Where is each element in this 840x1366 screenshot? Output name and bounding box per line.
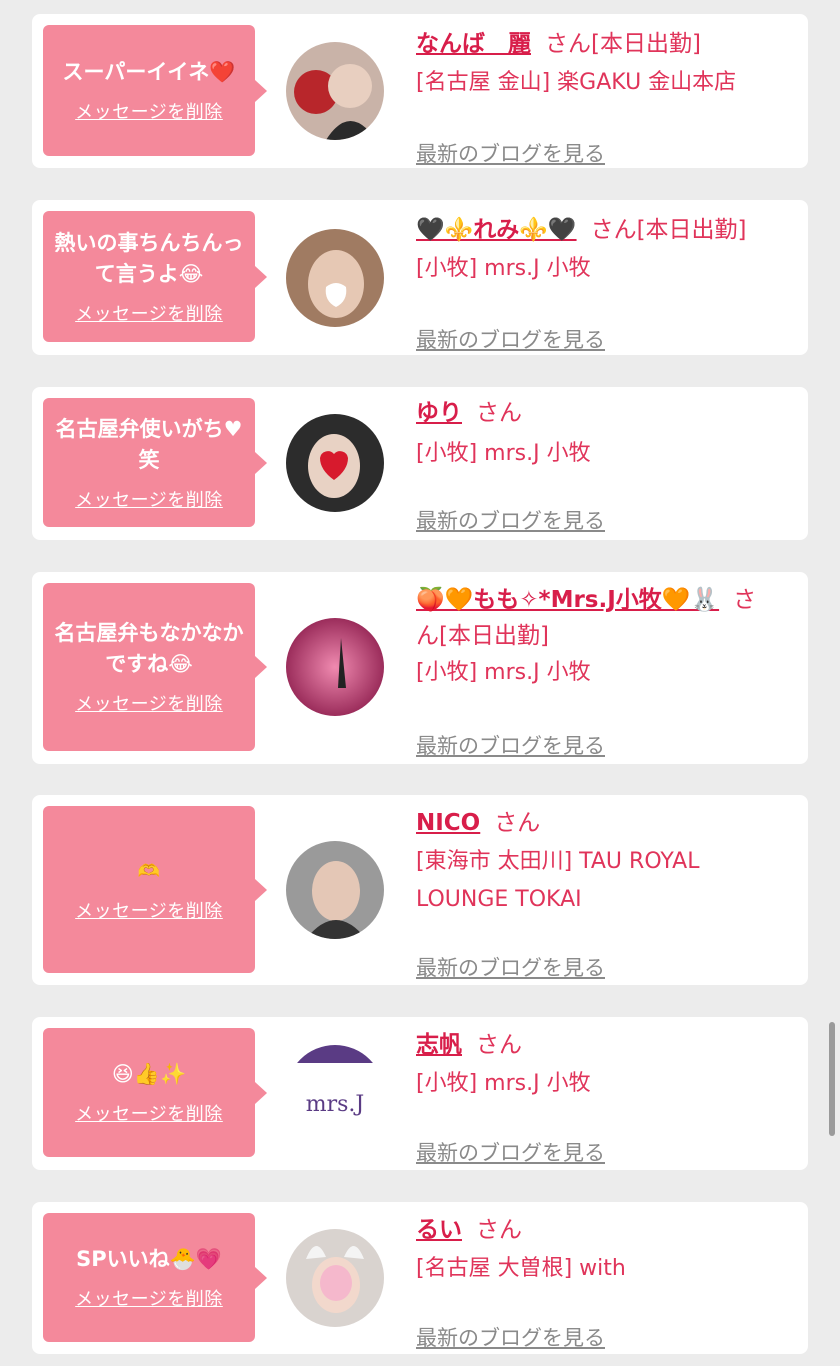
delete-message-link[interactable]: メッセージを削除 [75,897,223,923]
scrollbar[interactable] [829,1022,835,1136]
message-text: スーパーイイネ❤️ [62,60,236,84]
blog-link[interactable]: 最新のブログを見る [416,505,605,535]
delete-message-link[interactable]: メッセージを削除 [75,486,223,512]
message-text: SPいいね🐣💗 [76,1247,222,1271]
message-bubble: 名古屋弁使いがち♥笑 メッセージを削除 [43,398,267,527]
shop-logo-text: mrs.J [306,1092,364,1117]
cast-info: 🖤⚜️れみ⚜️🖤 さん[本日出勤] [小牧] mrs.J 小牧 最新のブログを見る [416,214,792,352]
cast-info: なんば 麗さん[本日出勤] [名古屋 金山] 楽GAKU 金山本店 最新のブログ… [416,28,792,166]
cast-info: 志帆 さん [小牧] mrs.J 小牧 最新のブログを見る [416,1029,792,1165]
message-card: 名古屋弁使いがち♥笑 メッセージを削除 ゆり さん [小牧] mrs.J 小牧 最… [32,387,808,540]
message-card: SPいいね🐣💗 メッセージを削除 るい さん [名古屋 大曽根] with 最新の… [32,1202,808,1354]
blog-link[interactable]: 最新のブログを見る [416,1137,605,1167]
status-badge: [本日出勤] [591,31,701,57]
status-badge: [本日出勤] [636,217,747,243]
avatar[interactable] [286,618,384,716]
cast-info: 🍑🧡もも✧*Mrs.J小牧🧡🐰 さ ん[本日出勤] [小牧] mrs.J 小牧 最… [416,584,792,758]
name-suffix: さん [476,1217,522,1243]
delete-message-link[interactable]: メッセージを削除 [75,1285,223,1311]
name-suffix: さん [476,1032,522,1058]
cast-info: るい さん [名古屋 大曽根] with 最新のブログを見る [416,1214,792,1350]
message-bubble: 熱いの事ちんちんって言うよ😂 メッセージを削除 [43,211,267,342]
message-text: 名古屋弁もなかなかですね😂 [54,621,244,676]
cast-name-link[interactable]: るい [416,1217,462,1243]
cast-name-link[interactable]: 🍑🧡もも✧*Mrs.J小牧🧡🐰 [416,587,719,613]
name-suffix: さん [494,810,541,836]
name-suffix: さん [545,31,591,57]
cast-info: ゆり さん [小牧] mrs.J 小牧 最新のブログを見る [416,397,792,533]
cast-name-link[interactable]: なんば 麗 [416,31,531,57]
blog-link[interactable]: 最新のブログを見る [416,324,605,354]
cast-name-link[interactable]: 🖤⚜️れみ⚜️🖤 [416,217,577,243]
message-text: 😆👍✨ [111,1062,187,1086]
message-text: 🫶 [137,861,161,882]
shop-text: [名古屋 金山] 楽GAKU 金山本店 [416,70,737,95]
avatar[interactable] [286,1229,384,1327]
message-card: スーパーイイネ❤️ メッセージを削除 なんば 麗さん[本日出勤] [名古屋 金山… [32,14,808,168]
name-suffix: さん [476,400,522,426]
message-card: 熱いの事ちんちんって言うよ😂 メッセージを削除 🖤⚜️れみ⚜️🖤 さん[本日出勤]… [32,200,808,355]
message-bubble: スーパーイイネ❤️ メッセージを削除 [43,25,267,156]
shop-text: [小牧] mrs.J 小牧 [416,1071,591,1096]
shop-text: [小牧] mrs.J 小牧 [416,441,591,466]
avatar[interactable] [286,841,384,939]
delete-message-link[interactable]: メッセージを削除 [75,690,223,716]
blog-link[interactable]: 最新のブログを見る [416,730,605,760]
avatar[interactable] [286,414,384,512]
message-bubble: 😆👍✨ メッセージを削除 [43,1028,267,1157]
delete-message-link[interactable]: メッセージを削除 [75,98,223,124]
shop-text: [東海市 太田川] TAU ROYAL LOUNGE TOKAI [416,849,700,912]
avatar[interactable] [286,42,384,140]
blog-link[interactable]: 最新のブログを見る [416,138,605,168]
cast-name-link[interactable]: 志帆 [416,1032,462,1058]
message-bubble: 名古屋弁もなかなかですね😂 メッセージを削除 [43,583,267,751]
avatar[interactable]: mrs.J [286,1045,384,1143]
blog-link[interactable]: 最新のブログを見る [416,1322,605,1352]
blog-link[interactable]: 最新のブログを見る [416,952,605,982]
delete-message-link[interactable]: メッセージを削除 [75,1100,223,1126]
message-bubble: 🫶 メッセージを削除 [43,806,267,973]
shop-text: [小牧] mrs.J 小牧 [416,660,591,685]
message-card: 🫶 メッセージを削除 NICO さん [東海市 太田川] TAU ROYAL LO… [32,795,808,985]
shop-text: [名古屋 大曽根] with [416,1256,626,1281]
message-text: 名古屋弁使いがち♥笑 [55,416,243,472]
name-suffix: さん [590,217,637,243]
delete-message-link[interactable]: メッセージを削除 [75,300,223,326]
name-suffix: さ [733,587,757,613]
cast-name-link[interactable]: NICO [416,810,480,836]
shop-text: [小牧] mrs.J 小牧 [416,256,591,281]
avatar[interactable] [286,229,384,327]
cast-info: NICO さん [東海市 太田川] TAU ROYAL LOUNGE TOKAI … [416,807,792,980]
message-card: 名古屋弁もなかなかですね😂 メッセージを削除 🍑🧡もも✧*Mrs.J小牧🧡🐰 さ … [32,572,808,764]
message-text: 熱いの事ちんちんって言うよ😂 [54,230,244,286]
name-suffix-continued: ん[本日出勤] [416,623,549,649]
message-card: 😆👍✨ メッセージを削除 mrs.J 志帆 さん [小牧] mrs.J 小牧 最新… [32,1017,808,1170]
message-bubble: SPいいね🐣💗 メッセージを削除 [43,1213,267,1342]
cast-name-link[interactable]: ゆり [416,400,462,426]
